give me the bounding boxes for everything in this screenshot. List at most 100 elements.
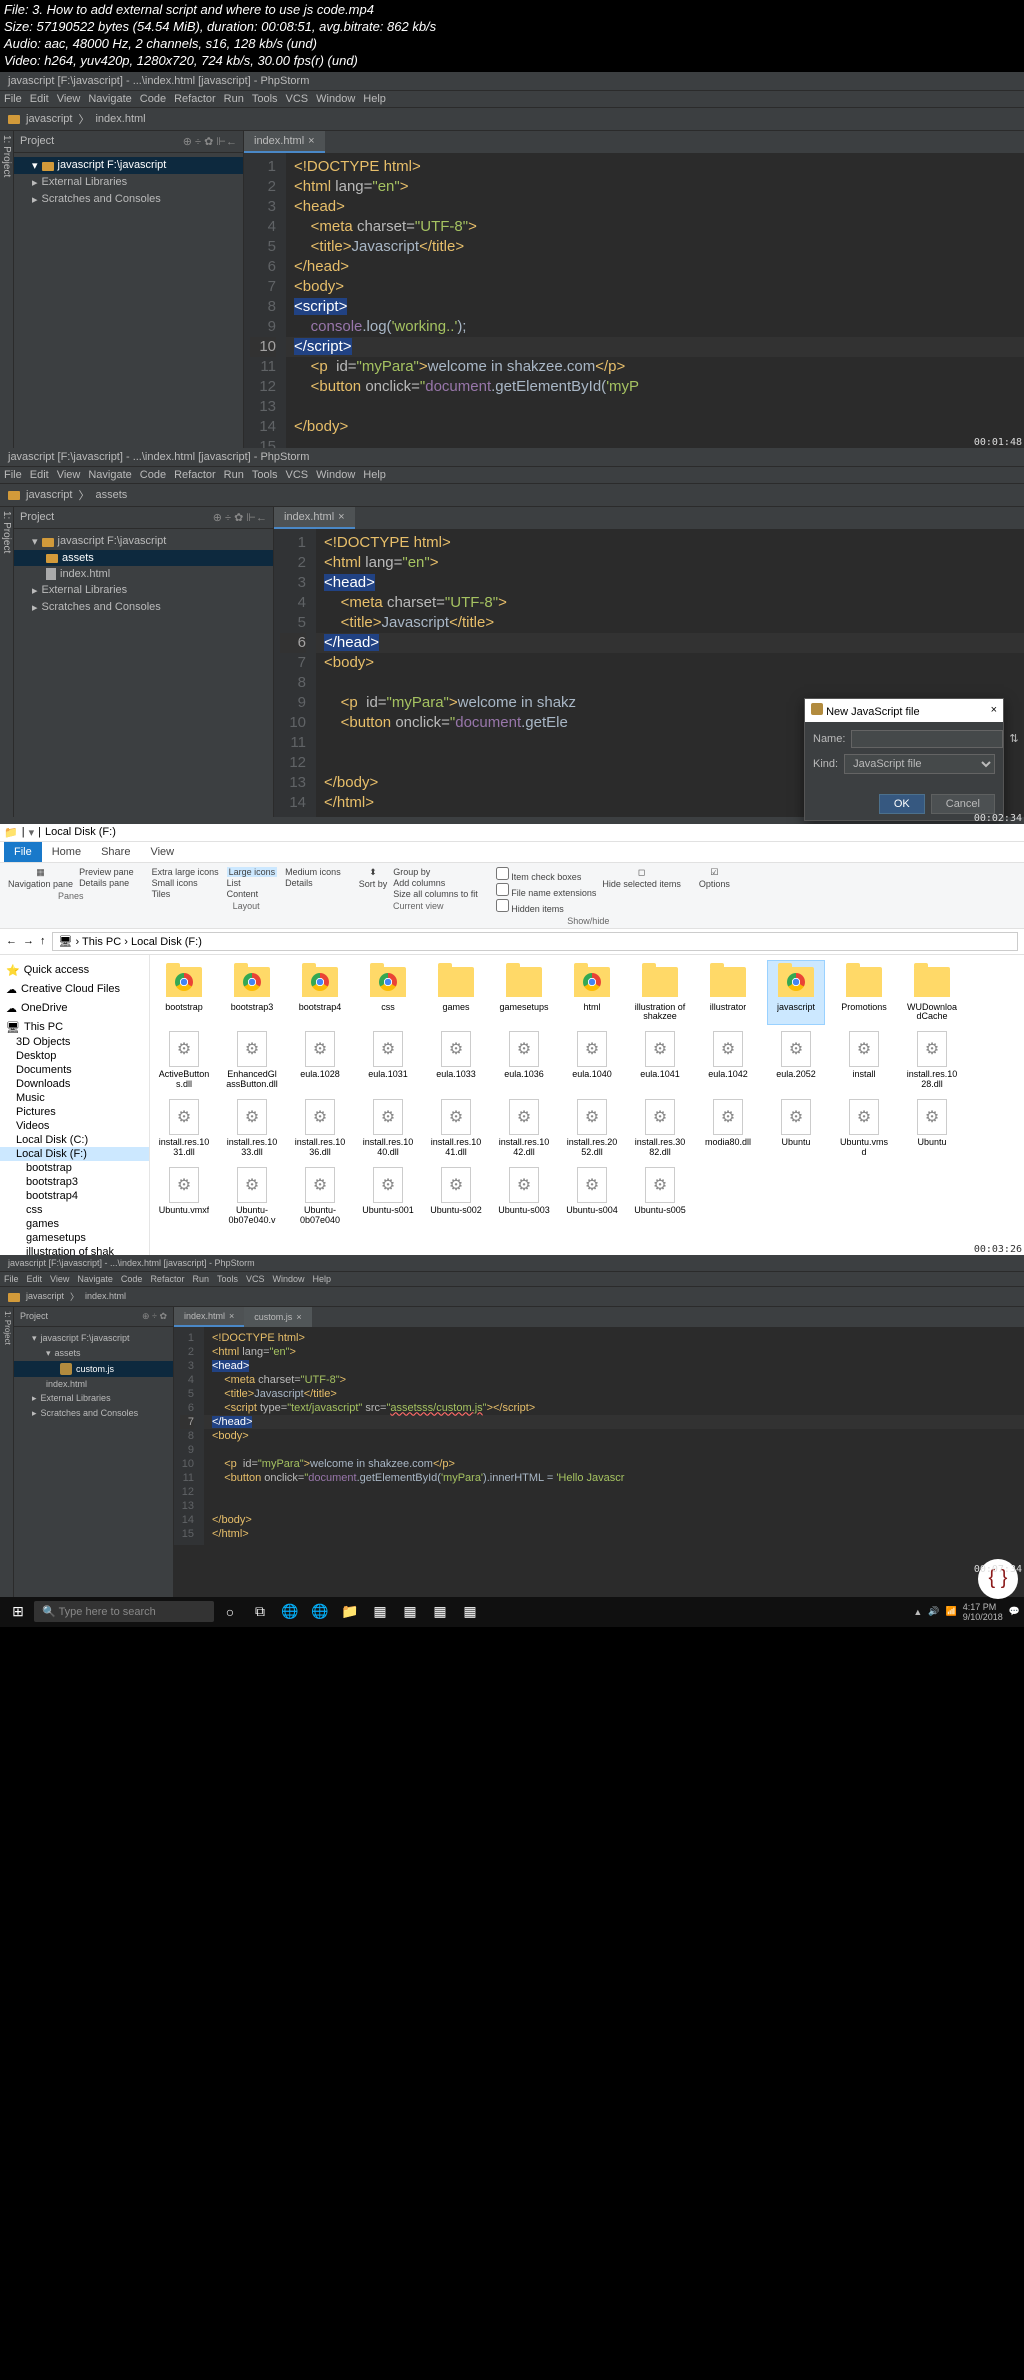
file-item[interactable]: gamesetups	[496, 961, 552, 1025]
file-item[interactable]: install.res.1042.dll	[496, 1096, 552, 1160]
nav-thispc[interactable]: 🖥 This PC	[0, 1020, 149, 1035]
file-item[interactable]: install	[836, 1028, 892, 1092]
file-item[interactable]: games	[428, 961, 484, 1025]
nav-ccf[interactable]: ☁ Creative Cloud Files	[0, 982, 149, 997]
tree-ext-lib[interactable]: ▸ External Libraries	[14, 582, 273, 599]
kind-select[interactable]: JavaScript file	[844, 754, 995, 774]
tree-root[interactable]: ▾ javascript F:\javascript	[14, 157, 243, 174]
file-item[interactable]: html	[564, 961, 620, 1025]
system-tray[interactable]: ▲🔊📶 4:17 PM9/10/2018 💬	[913, 1602, 1020, 1622]
options-button[interactable]: ☑Options	[699, 867, 730, 889]
tree-scratches[interactable]: ▸ Scratches and Consoles	[14, 599, 273, 616]
file-item[interactable]: Ubuntu-s004	[564, 1164, 620, 1228]
up-down-icon[interactable]: ⇅	[1009, 732, 1018, 745]
file-item[interactable]: install.res.1041.dll	[428, 1096, 484, 1160]
close-icon[interactable]: ×	[338, 511, 344, 523]
file-item[interactable]: install.res.1036.dll	[292, 1096, 348, 1160]
breadcrumb-item[interactable]: index.html	[95, 113, 145, 125]
nav-pane-button[interactable]: ▦Navigation pane	[8, 867, 73, 889]
menu-help[interactable]: Help	[363, 93, 386, 105]
file-item[interactable]: Ubuntu-s001	[360, 1164, 416, 1228]
tree-ext-lib[interactable]: ▸ External Libraries	[14, 174, 243, 191]
name-input[interactable]	[851, 730, 1003, 748]
menu-window[interactable]: Window	[316, 93, 355, 105]
file-item[interactable]: eula.1041	[632, 1028, 688, 1092]
file-item[interactable]: install.res.1028.dll	[904, 1028, 960, 1092]
file-item[interactable]: Ubuntu-0b07e040	[292, 1164, 348, 1228]
menu-vcs[interactable]: VCS	[286, 93, 309, 105]
file-item[interactable]: illustration of shakzee	[632, 961, 688, 1025]
tab-index[interactable]: index.html ×	[244, 131, 325, 153]
ribbon-tab-file[interactable]: File	[4, 842, 42, 862]
taskview-icon[interactable]: ⧉	[246, 1599, 274, 1625]
project-tools[interactable]: ⊕ ÷ ✿ ⊩←	[183, 135, 237, 148]
menu-code[interactable]: Code	[140, 93, 166, 105]
tab-index[interactable]: index.html ×	[274, 507, 355, 529]
forward-button[interactable]: →	[23, 935, 34, 947]
nav-onedrive[interactable]: ☁ OneDrive	[0, 1001, 149, 1016]
tab-index[interactable]: index.html ×	[174, 1307, 244, 1327]
file-item[interactable]: bootstrap	[156, 961, 212, 1025]
tree-assets[interactable]: assets	[14, 550, 273, 566]
sidebar-tool[interactable]: 1: Project	[0, 507, 14, 817]
sort-button[interactable]: ⬍Sort by	[359, 867, 388, 889]
file-item[interactable]: WUDownloadCache	[904, 961, 960, 1025]
tree-scratches[interactable]: ▸ Scratches and Consoles	[14, 191, 243, 208]
project-label[interactable]: Project	[20, 135, 54, 147]
menu-refactor[interactable]: Refactor	[174, 93, 216, 105]
menu-navigate[interactable]: Navigate	[88, 93, 131, 105]
addr-path[interactable]: 🖥 › This PC › Local Disk (F:)	[52, 932, 1019, 951]
file-item[interactable]: ActiveButtons.dll	[156, 1028, 212, 1092]
close-icon[interactable]: ×	[991, 704, 997, 716]
menu-file[interactable]: File	[4, 93, 22, 105]
up-button[interactable]: ↑	[40, 935, 46, 947]
file-item[interactable]: eula.1033	[428, 1028, 484, 1092]
file-item[interactable]: eula.1028	[292, 1028, 348, 1092]
nav-quick[interactable]: ⭐ Quick access	[0, 963, 149, 978]
menu-tools[interactable]: Tools	[252, 93, 278, 105]
file-item[interactable]: EnhancedGlassButton.dll	[224, 1028, 280, 1092]
file-item[interactable]: Ubuntu.vmxf	[156, 1164, 212, 1228]
file-item[interactable]: eula.1031	[360, 1028, 416, 1092]
ribbon-tab-share[interactable]: Share	[91, 842, 140, 862]
file-item[interactable]: eula.1036	[496, 1028, 552, 1092]
menu-view[interactable]: View	[57, 93, 81, 105]
ribbon-tab-home[interactable]: Home	[42, 842, 91, 862]
file-item[interactable]: install.res.1031.dll	[156, 1096, 212, 1160]
back-button[interactable]: ←	[6, 935, 17, 947]
file-item[interactable]: css	[360, 961, 416, 1025]
ribbon-tab-view[interactable]: View	[140, 842, 184, 862]
file-item[interactable]: bootstrap3	[224, 961, 280, 1025]
file-item[interactable]: javascript	[768, 961, 824, 1025]
menu-run[interactable]: Run	[224, 93, 244, 105]
tree-index[interactable]: index.html	[14, 566, 273, 582]
file-item[interactable]: bootstrap4	[292, 961, 348, 1025]
cortana-icon[interactable]: ○	[216, 1599, 244, 1625]
file-item[interactable]: install.res.3082.dll	[632, 1096, 688, 1160]
file-item[interactable]: install.res.1033.dll	[224, 1096, 280, 1160]
file-item[interactable]: modia80.dll	[700, 1096, 756, 1160]
file-item[interactable]: illustrator	[700, 961, 756, 1025]
cancel-button[interactable]: Cancel	[931, 794, 995, 814]
file-item[interactable]: Ubuntu	[904, 1096, 960, 1160]
hide-button[interactable]: ◻Hide selected items	[602, 867, 681, 889]
nav-local-f[interactable]: Local Disk (F:)	[0, 1147, 149, 1161]
taskbar-search[interactable]: 🔍 Type here to search	[34, 1601, 214, 1622]
file-item[interactable]: Ubuntu-s003	[496, 1164, 552, 1228]
start-button[interactable]: ⊞	[4, 1599, 32, 1625]
close-icon[interactable]: ×	[308, 135, 314, 147]
file-item[interactable]: Ubuntu-s002	[428, 1164, 484, 1228]
file-item[interactable]: Promotions	[836, 961, 892, 1025]
ok-button[interactable]: OK	[879, 794, 925, 814]
tab-custom[interactable]: custom.js ×	[244, 1307, 311, 1327]
file-item[interactable]: Ubuntu-s005	[632, 1164, 688, 1228]
tree-root[interactable]: ▾ javascript F:\javascript	[14, 533, 273, 550]
file-item[interactable]: install.res.1040.dll	[360, 1096, 416, 1160]
code-editor[interactable]: 12345678910111213141516 <!DOCTYPE html> …	[244, 153, 1024, 481]
file-item[interactable]: eula.2052	[768, 1028, 824, 1092]
file-item[interactable]: Ubuntu-0b07e040.vmem	[224, 1164, 280, 1228]
file-item[interactable]: install.res.2052.dll	[564, 1096, 620, 1160]
breadcrumb-item[interactable]: javascript	[26, 113, 72, 125]
menu-edit[interactable]: Edit	[30, 93, 49, 105]
file-item[interactable]: Ubuntu	[768, 1096, 824, 1160]
